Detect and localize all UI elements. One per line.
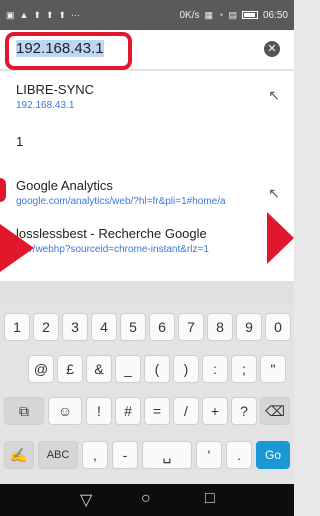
arrow-up-left-icon[interactable]: ↖ bbox=[268, 87, 280, 104]
suggestion-url: google.com/analytics/web/?hl=fr&pli=1#ho… bbox=[16, 196, 226, 207]
network-speed: 0K/s bbox=[179, 9, 200, 21]
suggestion-title: losslessbest - Recherche Google bbox=[16, 226, 207, 241]
key[interactable]: 8 bbox=[207, 313, 233, 341]
key[interactable]: ! bbox=[86, 397, 112, 425]
data-icon: ▤ bbox=[228, 9, 237, 20]
key[interactable]: £ bbox=[57, 355, 83, 383]
key[interactable]: 4 bbox=[91, 313, 117, 341]
space-icon[interactable]: ␣ bbox=[142, 441, 192, 469]
back-icon[interactable]: ▽ bbox=[80, 490, 92, 510]
recents-icon[interactable]: □ bbox=[205, 490, 215, 508]
key[interactable]: ; bbox=[231, 355, 257, 383]
home-icon[interactable]: ○ bbox=[141, 490, 151, 508]
key[interactable]: 3 bbox=[62, 313, 88, 341]
handwriting-icon[interactable]: ✍ bbox=[4, 441, 34, 469]
notification-icons: ▣ ▲ ⬆ ⬆ ⬆ ··· bbox=[6, 9, 81, 20]
key[interactable]: - bbox=[112, 441, 138, 469]
suggestion-item[interactable]: losslessbest - Recherche Google le.fr/we… bbox=[0, 223, 294, 263]
key[interactable]: , bbox=[82, 441, 108, 469]
annotation-arrow-icon bbox=[0, 224, 34, 272]
key[interactable]: / bbox=[173, 397, 199, 425]
key[interactable]: # bbox=[115, 397, 141, 425]
key[interactable]: ) bbox=[173, 355, 199, 383]
app-icon: ▲ bbox=[19, 9, 29, 20]
annotation-marker bbox=[0, 178, 6, 202]
clear-icon[interactable]: ✕ bbox=[264, 41, 280, 57]
app-icon: ▣ bbox=[6, 9, 15, 20]
key[interactable]: 6 bbox=[149, 313, 175, 341]
key[interactable]: " bbox=[260, 355, 286, 383]
key[interactable]: 5 bbox=[120, 313, 146, 341]
key[interactable]: 7 bbox=[178, 313, 204, 341]
app-icon: ⬆ bbox=[33, 9, 41, 20]
keyboard: 1 2 3 4 5 6 7 8 9 0 @ £ & _ ( ) : ; " ⧉ … bbox=[0, 305, 294, 483]
key[interactable]: : bbox=[202, 355, 228, 383]
app-icon: ⬆ bbox=[58, 9, 67, 20]
abc-key[interactable]: ABC bbox=[38, 441, 78, 469]
status-right: 0K/s ▦ ◔ ▤ 06:50 bbox=[179, 10, 288, 21]
sim-icon: ▦ bbox=[204, 9, 214, 20]
suggestion-title: LIBRE-SYNC bbox=[16, 82, 95, 97]
key[interactable]: & bbox=[86, 355, 112, 383]
url-text: 192.168.43.1 bbox=[16, 40, 104, 57]
key[interactable]: @ bbox=[28, 355, 54, 383]
symbols-toggle-icon[interactable]: ⧉ bbox=[4, 397, 44, 425]
key[interactable]: 0 bbox=[265, 313, 291, 341]
wifi-icon: ◔ bbox=[218, 9, 224, 20]
key[interactable]: + bbox=[202, 397, 228, 425]
navigation-bar: ▽ ○ □ bbox=[0, 484, 294, 516]
suggestion-url: le.fr/webhp?sourceid=chrome-instant&rlz=… bbox=[16, 244, 209, 255]
suggestion-title: 1 bbox=[16, 134, 24, 149]
more-icon: ··· bbox=[71, 9, 81, 20]
go-button[interactable]: Go bbox=[256, 441, 290, 469]
key[interactable]: 2 bbox=[33, 313, 59, 341]
key[interactable]: ( bbox=[144, 355, 170, 383]
key[interactable]: ' bbox=[196, 441, 222, 469]
url-bar: 192.168.43.1 ✕ bbox=[0, 30, 294, 70]
backspace-icon[interactable]: ⌫ bbox=[260, 397, 290, 425]
key[interactable]: ? bbox=[231, 397, 257, 425]
suggestion-title: Google Analytics bbox=[16, 178, 113, 193]
emoji-icon[interactable]: ☺ bbox=[48, 397, 82, 425]
suggestion-item[interactable]: LIBRE-SYNC 192.168.43.1 ↖ bbox=[0, 79, 294, 119]
suggestion-item[interactable]: Google Analytics google.com/analytics/we… bbox=[0, 175, 294, 215]
clock: 06:50 bbox=[262, 9, 288, 21]
annotation-arrow-icon bbox=[267, 212, 294, 264]
arrow-up-left-icon[interactable]: ↖ bbox=[268, 185, 280, 202]
key[interactable]: . bbox=[226, 441, 252, 469]
battery-icon bbox=[241, 11, 258, 19]
key[interactable]: 9 bbox=[236, 313, 262, 341]
url-input[interactable]: 192.168.43.1 bbox=[16, 40, 246, 57]
key[interactable]: = bbox=[144, 397, 170, 425]
suggestions-list: LIBRE-SYNC 192.168.43.1 ↖ 1 Google Analy… bbox=[0, 71, 294, 281]
page-background bbox=[0, 281, 294, 305]
status-bar: ▣ ▲ ⬆ ⬆ ⬆ ··· 0K/s ▦ ◔ ▤ 06:50 bbox=[0, 0, 294, 30]
suggestion-item[interactable]: 1 bbox=[0, 129, 294, 159]
key[interactable]: 1 bbox=[4, 313, 30, 341]
suggestion-url: 192.168.43.1 bbox=[16, 100, 75, 111]
app-icon: ⬆ bbox=[45, 9, 54, 20]
key[interactable]: _ bbox=[115, 355, 141, 383]
